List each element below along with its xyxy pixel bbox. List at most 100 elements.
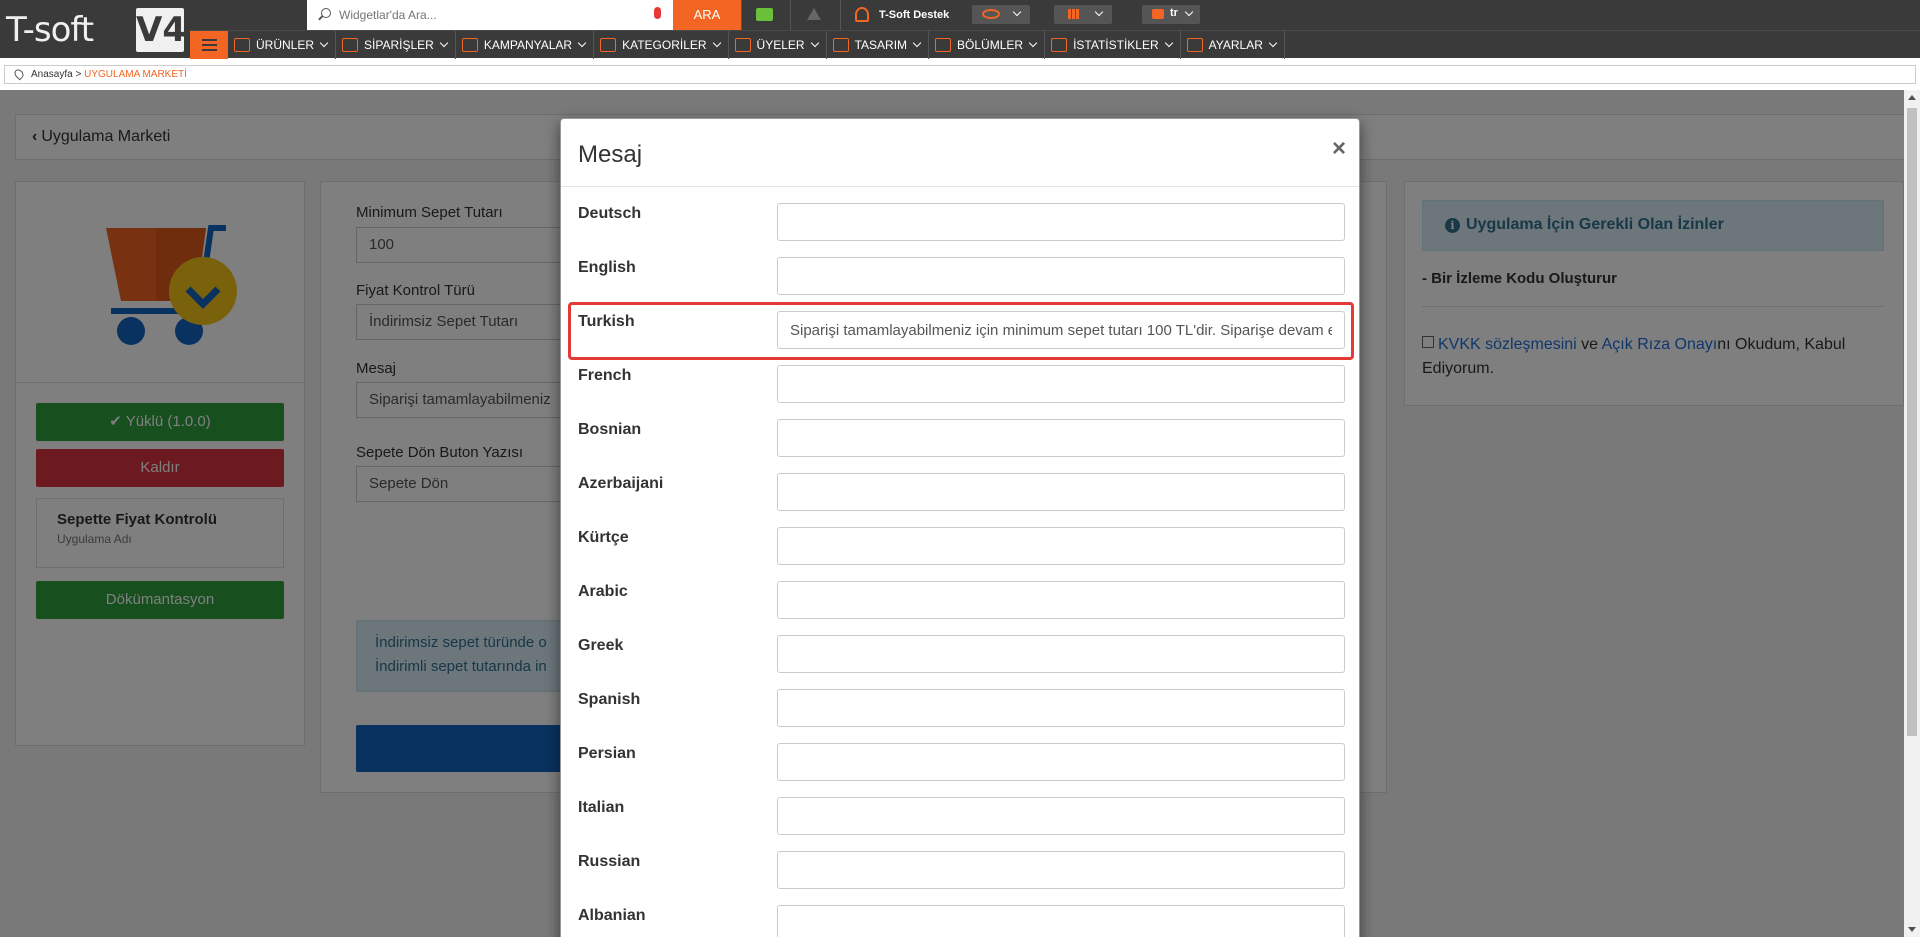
scroll-up-arrow-icon[interactable]	[1908, 95, 1916, 100]
chevron-down-icon	[1094, 7, 1104, 17]
microphone-icon[interactable]	[654, 7, 661, 19]
language-label: Russian	[578, 853, 641, 870]
users-icon	[734, 38, 751, 52]
chevron-down-icon	[1184, 7, 1194, 17]
hamburger-icon	[202, 39, 217, 41]
modal-header: Mesaj ×	[561, 119, 1359, 187]
chevron-down-icon	[712, 38, 721, 48]
messages-button[interactable]	[741, 0, 790, 30]
translation-input[interactable]	[777, 419, 1345, 457]
language-label: Albanian	[578, 907, 646, 924]
nav-item-label: KATEGORİLER	[622, 38, 707, 52]
search-icon	[321, 8, 331, 18]
alerts-button[interactable]	[790, 0, 840, 30]
breadcrumb: Anasayfa > UYGULAMA MARKETİ	[4, 65, 1916, 84]
nav-item-6[interactable]: BÖLÜMLER	[929, 31, 1046, 59]
translation-input[interactable]	[777, 581, 1345, 619]
nav-item-label: ÜYELER	[756, 38, 805, 52]
chevron-down-icon	[1012, 7, 1022, 17]
chevron-down-icon	[912, 38, 922, 48]
translation-input[interactable]	[777, 365, 1345, 403]
nav-item-label: İSTATİSTİKLER	[1073, 38, 1159, 52]
chevron-down-icon	[1028, 38, 1038, 48]
translation-row-english: English	[561, 251, 1359, 305]
chevron-down-icon	[1164, 38, 1173, 48]
brush-icon	[832, 38, 849, 52]
language-label: Arabic	[578, 583, 628, 600]
translation-input[interactable]	[777, 743, 1345, 781]
menu-toggle-button[interactable]	[190, 31, 228, 59]
translation-input[interactable]	[777, 527, 1345, 565]
view-dropdown[interactable]	[972, 5, 1030, 24]
widget-search-input[interactable]	[339, 4, 639, 26]
apps-dropdown[interactable]	[1054, 5, 1112, 24]
language-label: tr	[1170, 7, 1178, 19]
translation-input[interactable]	[777, 203, 1345, 241]
nav-items: ÜRÜNLER SİPARİŞLER KAMPANYALAR KATEGORİLER Ü…	[228, 31, 1285, 59]
page-scrollbar[interactable]	[1904, 90, 1920, 937]
translation-input[interactable]	[777, 257, 1345, 295]
translation-input[interactable]	[777, 905, 1345, 937]
chevron-down-icon	[577, 38, 587, 48]
tsoft-logo[interactable]: T-soft V4	[0, 0, 190, 56]
language-label: Persian	[578, 745, 636, 762]
nav-item-label: AYARLAR	[1208, 38, 1263, 52]
nav-item-label: SİPARİŞLER	[364, 38, 434, 52]
chevron-down-icon	[1268, 38, 1278, 48]
nav-item-0[interactable]: ÜRÜNLER	[228, 31, 337, 59]
language-label: English	[578, 259, 636, 276]
breadcrumb-home[interactable]: Anasayfa	[31, 69, 73, 80]
translation-input[interactable]	[777, 689, 1345, 727]
nav-item-5[interactable]: TASARIM	[827, 31, 930, 59]
translation-row-albanian: Albanian	[561, 899, 1359, 937]
chevron-down-icon	[810, 38, 819, 48]
message-modal: Mesaj × DeutschEnglishTurkishFrenchBosni…	[560, 118, 1360, 937]
eye-icon	[982, 9, 1000, 19]
nav-item-7[interactable]: İSTATİSTİKLER	[1045, 31, 1181, 59]
chart-icon	[1051, 38, 1068, 52]
nav-item-label: KAMPANYALAR	[483, 38, 573, 52]
breadcrumb-current: UYGULAMA MARKETİ	[84, 69, 187, 80]
translation-row-deutsch: Deutsch	[561, 197, 1359, 251]
nav-item-8[interactable]: AYARLAR	[1181, 31, 1285, 59]
translation-row-arabic: Arabic	[561, 575, 1359, 629]
translation-row-french: French	[561, 359, 1359, 413]
language-label: French	[578, 367, 632, 384]
grid-icon	[1068, 9, 1080, 19]
shirt-icon	[234, 38, 250, 52]
close-icon[interactable]: ×	[1332, 137, 1346, 161]
translation-input[interactable]	[777, 635, 1345, 673]
translation-row-spanish: Spanish	[561, 683, 1359, 737]
flag-icon	[1152, 9, 1164, 19]
language-label: Azerbaijani	[578, 475, 664, 492]
chevron-down-icon	[319, 38, 329, 48]
top-bar: ARA T-Soft Destek tr	[0, 0, 1920, 30]
language-label: Greek	[578, 637, 624, 654]
nav-item-1[interactable]: SİPARİŞLER	[336, 31, 456, 59]
nav-item-2[interactable]: KAMPANYALAR	[456, 31, 595, 59]
logo-text: T-soft	[6, 10, 94, 50]
translation-row-kürtçe: Kürtçe	[561, 521, 1359, 575]
nav-item-4[interactable]: ÜYELER	[729, 31, 827, 59]
nav-item-label: BÖLÜMLER	[957, 38, 1024, 52]
widget-search	[307, 0, 673, 30]
language-label: Bosnian	[578, 421, 642, 438]
search-button[interactable]: ARA	[673, 0, 741, 30]
scroll-down-arrow-icon[interactable]	[1908, 927, 1916, 932]
translation-row-italian: Italian	[561, 791, 1359, 845]
nav-item-label: TASARIM	[854, 38, 908, 52]
chat-icon	[756, 8, 773, 21]
sections-icon	[935, 38, 952, 52]
support-label: T-Soft Destek	[879, 9, 950, 21]
support-button[interactable]: T-Soft Destek	[840, 0, 960, 30]
translation-input[interactable]	[777, 851, 1345, 889]
translation-input[interactable]	[777, 473, 1345, 511]
nav-item-3[interactable]: KATEGORİLER	[594, 31, 729, 59]
chevron-down-icon	[439, 38, 449, 48]
language-dropdown[interactable]: tr	[1142, 5, 1200, 24]
translation-row-azerbaijani: Azerbaijani	[561, 467, 1359, 521]
logo-version: V4	[136, 8, 186, 52]
scroll-thumb[interactable]	[1907, 108, 1917, 736]
modal-title: Mesaj	[578, 141, 643, 168]
translation-input[interactable]	[777, 797, 1345, 835]
